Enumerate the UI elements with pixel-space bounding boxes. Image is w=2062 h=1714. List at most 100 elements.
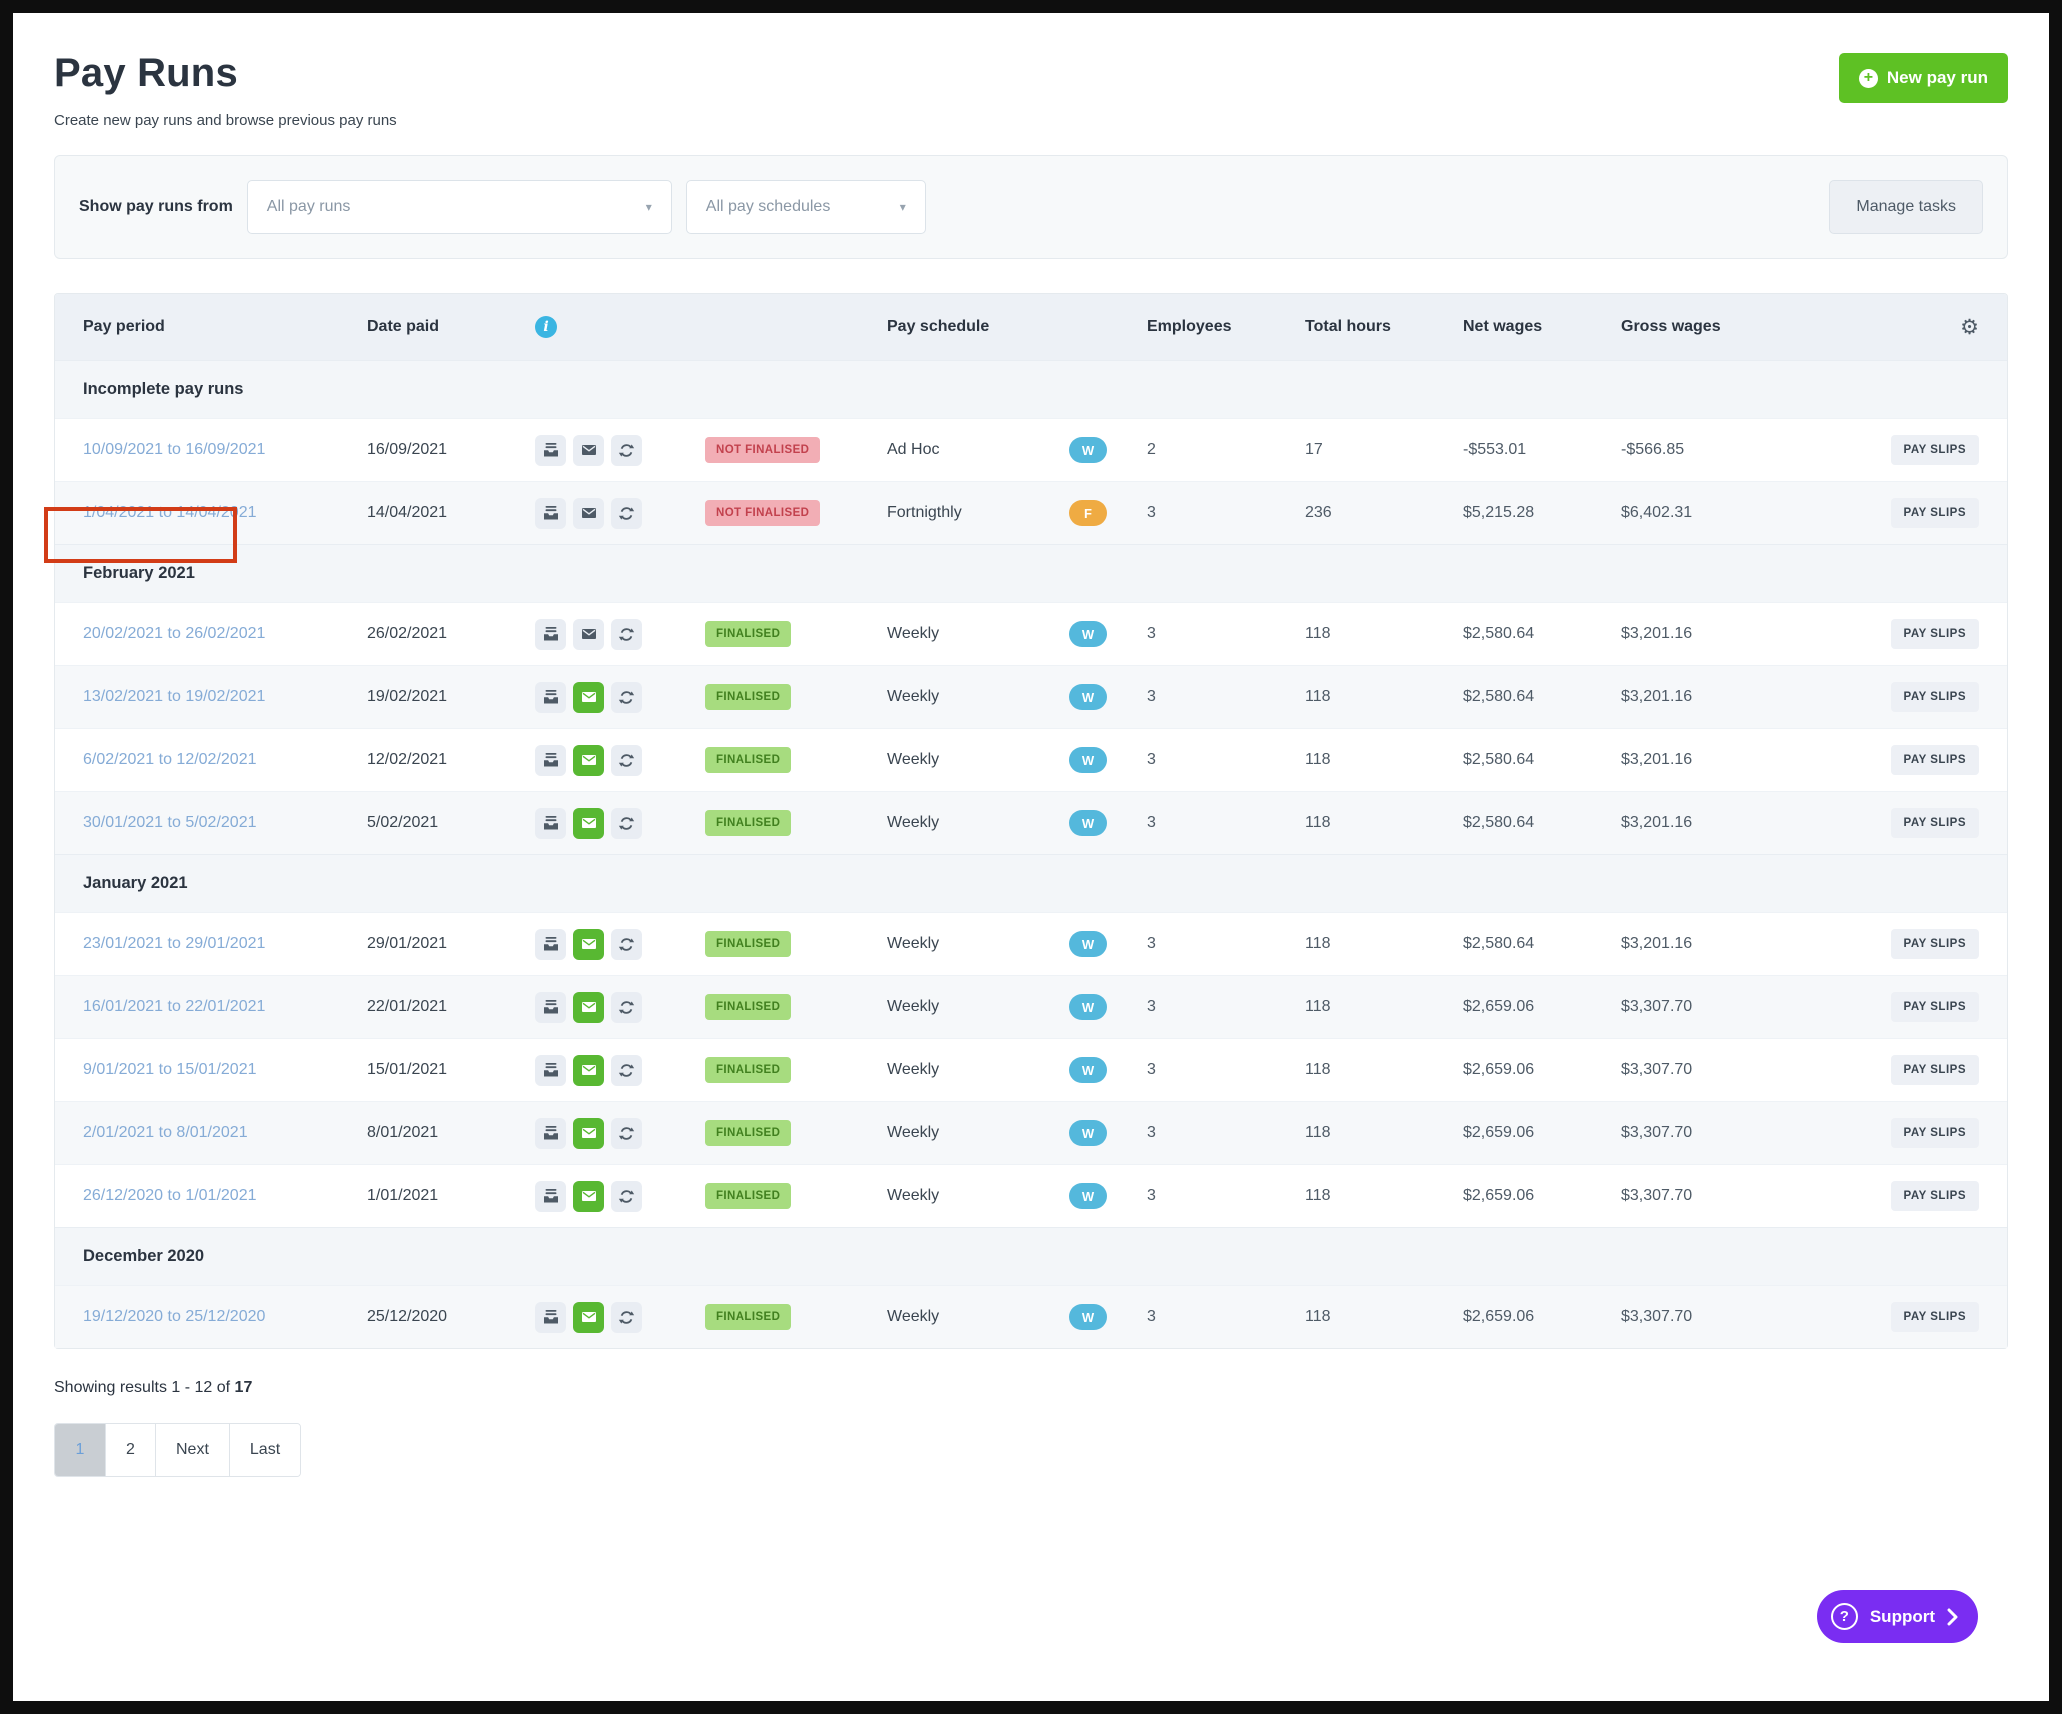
email-icon-button[interactable] bbox=[573, 1118, 604, 1149]
journal-icon-button[interactable] bbox=[535, 682, 566, 713]
refresh-icon-button[interactable] bbox=[611, 682, 642, 713]
refresh-icon-button[interactable] bbox=[611, 1302, 642, 1333]
envelope-icon bbox=[581, 1062, 597, 1078]
pay-period-link[interactable]: 2/01/2021 to 8/01/2021 bbox=[83, 1124, 248, 1141]
journal-icon-button[interactable] bbox=[535, 619, 566, 650]
journal-icon bbox=[543, 505, 559, 521]
email-icon-button[interactable] bbox=[573, 992, 604, 1023]
chevron-right-icon bbox=[1947, 1608, 1958, 1626]
envelope-icon bbox=[581, 442, 597, 458]
gross-wages-value: $3,307.70 bbox=[1621, 1124, 1791, 1142]
email-icon-button[interactable] bbox=[573, 1302, 604, 1333]
pay-period-link[interactable]: 23/01/2021 to 29/01/2021 bbox=[83, 935, 265, 952]
total-hours-value: 118 bbox=[1305, 688, 1463, 706]
new-pay-run-button[interactable]: + New pay run bbox=[1839, 53, 2008, 103]
pay-period-link[interactable]: 1/04/2021 to 14/04/2021 bbox=[83, 504, 257, 521]
journal-icon bbox=[543, 689, 559, 705]
pay-slips-button[interactable]: PAY SLIPS bbox=[1891, 498, 1979, 528]
pay-period-link[interactable]: 9/01/2021 to 15/01/2021 bbox=[83, 1061, 257, 1078]
pay-schedules-dropdown[interactable]: All pay schedules ▾ bbox=[686, 180, 926, 234]
pay-slips-button[interactable]: PAY SLIPS bbox=[1891, 808, 1979, 838]
pay-slips-button[interactable]: PAY SLIPS bbox=[1891, 1181, 1979, 1211]
info-icon[interactable]: i bbox=[535, 316, 557, 338]
pay-period-link[interactable]: 30/01/2021 to 5/02/2021 bbox=[83, 814, 257, 831]
journal-icon-button[interactable] bbox=[535, 992, 566, 1023]
refresh-icon bbox=[618, 936, 635, 953]
next-page-button[interactable]: Next bbox=[155, 1424, 229, 1476]
pay-slips-button[interactable]: PAY SLIPS bbox=[1891, 682, 1979, 712]
pay-period-link[interactable]: 19/12/2020 to 25/12/2020 bbox=[83, 1308, 265, 1325]
refresh-icon-button[interactable] bbox=[611, 808, 642, 839]
pay-period-link[interactable]: 6/02/2021 to 12/02/2021 bbox=[83, 751, 257, 768]
net-wages-value: $2,659.06 bbox=[1463, 1124, 1621, 1142]
pay-slips-button[interactable]: PAY SLIPS bbox=[1891, 1118, 1979, 1148]
pay-period-link[interactable]: 20/02/2021 to 26/02/2021 bbox=[83, 625, 265, 642]
refresh-icon-button[interactable] bbox=[611, 1055, 642, 1086]
pay-slips-button[interactable]: PAY SLIPS bbox=[1891, 929, 1979, 959]
pay-schedule-value: Fortnigthly bbox=[887, 504, 1069, 522]
refresh-icon-button[interactable] bbox=[611, 929, 642, 960]
pay-period-link[interactable]: 16/01/2021 to 22/01/2021 bbox=[83, 998, 265, 1015]
pay-slips-button[interactable]: PAY SLIPS bbox=[1891, 435, 1979, 465]
page-2-button[interactable]: 2 bbox=[105, 1424, 155, 1476]
refresh-icon-button[interactable] bbox=[611, 1181, 642, 1212]
journal-icon-button[interactable] bbox=[535, 1055, 566, 1086]
email-icon-button[interactable] bbox=[573, 1055, 604, 1086]
last-page-button[interactable]: Last bbox=[229, 1424, 300, 1476]
refresh-icon-button[interactable] bbox=[611, 435, 642, 466]
schedule-letter-badge: W bbox=[1069, 994, 1107, 1020]
schedule-letter-badge: W bbox=[1069, 1183, 1107, 1209]
journal-icon-button[interactable] bbox=[535, 435, 566, 466]
status-badge: FINALISED bbox=[705, 1304, 791, 1330]
refresh-icon bbox=[618, 999, 635, 1016]
schedule-letter-badge: W bbox=[1069, 1304, 1107, 1330]
journal-icon-button[interactable] bbox=[535, 1118, 566, 1149]
gear-icon[interactable]: ⚙ bbox=[1960, 315, 1979, 339]
date-paid-value: 1/01/2021 bbox=[367, 1187, 535, 1205]
journal-icon-button[interactable] bbox=[535, 498, 566, 529]
pay-slips-button[interactable]: PAY SLIPS bbox=[1891, 992, 1979, 1022]
gross-wages-value: $3,307.70 bbox=[1621, 1308, 1791, 1326]
email-icon-button[interactable] bbox=[573, 1181, 604, 1212]
pay-runs-page: Pay Runs Create new pay runs and browse … bbox=[13, 13, 2049, 1701]
email-icon-button[interactable] bbox=[573, 682, 604, 713]
pay-slips-button[interactable]: PAY SLIPS bbox=[1891, 745, 1979, 775]
email-icon-button[interactable] bbox=[573, 929, 604, 960]
journal-icon-button[interactable] bbox=[535, 1181, 566, 1212]
journal-icon-button[interactable] bbox=[535, 1302, 566, 1333]
schedule-letter-badge: W bbox=[1069, 621, 1107, 647]
pay-period-link[interactable]: 26/12/2020 to 1/01/2021 bbox=[83, 1187, 257, 1204]
employees-value: 3 bbox=[1147, 625, 1305, 643]
pay-slips-button[interactable]: PAY SLIPS bbox=[1891, 1055, 1979, 1085]
pay-period-link[interactable]: 10/09/2021 to 16/09/2021 bbox=[83, 441, 265, 458]
refresh-icon-button[interactable] bbox=[611, 498, 642, 529]
journal-icon-button[interactable] bbox=[535, 929, 566, 960]
refresh-icon-button[interactable] bbox=[611, 992, 642, 1023]
pay-slips-button[interactable]: PAY SLIPS bbox=[1891, 1302, 1979, 1332]
journal-icon-button[interactable] bbox=[535, 808, 566, 839]
status-badge: FINALISED bbox=[705, 621, 791, 647]
page-1-button[interactable]: 1 bbox=[55, 1424, 105, 1476]
envelope-icon bbox=[581, 1125, 597, 1141]
refresh-icon bbox=[618, 815, 635, 832]
pay-period-link[interactable]: 13/02/2021 to 19/02/2021 bbox=[83, 688, 265, 705]
email-icon-button[interactable] bbox=[573, 498, 604, 529]
email-icon-button[interactable] bbox=[573, 745, 604, 776]
envelope-icon bbox=[581, 752, 597, 768]
question-mark-icon: ? bbox=[1831, 1603, 1858, 1630]
pay-runs-dropdown[interactable]: All pay runs ▾ bbox=[247, 180, 672, 234]
email-icon-button[interactable] bbox=[573, 619, 604, 650]
schedule-letter-badge: W bbox=[1069, 931, 1107, 957]
support-button[interactable]: ? Support bbox=[1817, 1590, 1978, 1643]
col-total-hours: Total hours bbox=[1305, 318, 1463, 336]
journal-icon-button[interactable] bbox=[535, 745, 566, 776]
manage-tasks-button[interactable]: Manage tasks bbox=[1829, 180, 1983, 234]
refresh-icon-button[interactable] bbox=[611, 1118, 642, 1149]
date-paid-value: 29/01/2021 bbox=[367, 935, 535, 953]
refresh-icon-button[interactable] bbox=[611, 745, 642, 776]
net-wages-value: $2,659.06 bbox=[1463, 1308, 1621, 1326]
refresh-icon-button[interactable] bbox=[611, 619, 642, 650]
email-icon-button[interactable] bbox=[573, 808, 604, 839]
pay-slips-button[interactable]: PAY SLIPS bbox=[1891, 619, 1979, 649]
email-icon-button[interactable] bbox=[573, 435, 604, 466]
